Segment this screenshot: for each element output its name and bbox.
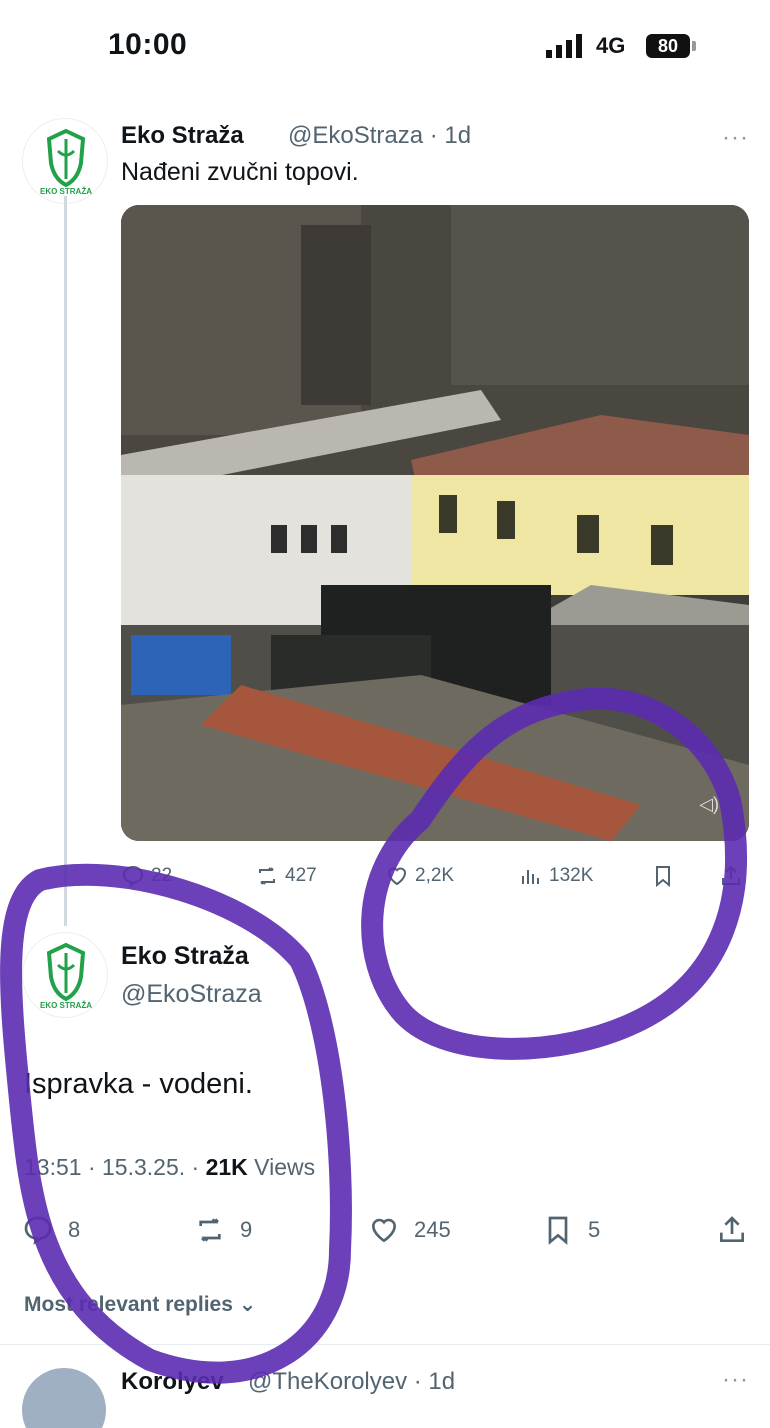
views-button[interactable]: 132K [519,858,593,894]
focused-tweet-text: Ispravka - vodeni. [24,1068,253,1100]
reply-icon [122,865,144,888]
avatar[interactable]: EKO STRAŽA [22,118,108,204]
like-button[interactable]: 245 [368,1210,451,1250]
tweet-meta: 13:51 · 15.3.25. · 21K Views [24,1154,315,1181]
thread-line [64,196,67,926]
reply-author-name[interactable]: Korolyev [121,1368,224,1396]
replies-sort-label: Most relevant replies [24,1293,233,1316]
reply-count: 22 [151,865,173,886]
views-total: 21K [205,1154,248,1180]
repost-icon [199,1218,221,1242]
mute-icon[interactable]: ◁) [699,794,719,815]
views-label: Views [247,1154,316,1180]
bookmark-count: 5 [588,1217,601,1242]
replies-sort-dropdown[interactable]: Most relevant replies ⌄ [24,1292,256,1317]
chevron-down-icon: ⌄ [238,1293,257,1316]
share-button[interactable] [719,858,743,894]
divider [0,1344,770,1345]
battery-icon: 80 [646,34,690,58]
network-type: 4G [596,33,626,58]
tweet-author-handle[interactable]: @EkoStraza · 1d [288,122,471,150]
share-icon [722,865,740,885]
more-options-icon[interactable]: ··· [722,124,749,152]
heart-icon [387,867,407,886]
views-count: 132K [549,865,594,886]
repost-count: 427 [285,865,317,886]
tweet-timestamp[interactable]: 13:51 · 15.3.25. · [24,1154,206,1180]
signal-icon [546,34,582,58]
bookmark-icon [656,866,670,888]
reply-author-handle[interactable]: @TheKorolyev · 1d [248,1368,455,1396]
status-bar: 10:00 4G 80 [0,0,770,96]
like-button[interactable]: 2,2K [385,858,454,894]
bookmark-button[interactable] [651,858,675,894]
tweet-actions: 22 427 2,2K 132K [121,858,751,894]
reply-button[interactable]: 22 [121,858,172,894]
like-count: 245 [414,1217,451,1242]
avatar-logo-text: EKO STRAŽA [40,1001,92,1010]
avatar[interactable] [22,1368,106,1428]
repost-icon [259,867,275,885]
reply-count: 8 [68,1217,81,1242]
bookmark-button[interactable]: 5 [542,1210,600,1250]
repost-count: 9 [240,1217,253,1242]
repost-button[interactable]: 9 [194,1210,252,1250]
share-icon [720,1216,744,1242]
avatar[interactable]: EKO STRAŽA [22,932,108,1018]
heart-icon [371,1218,397,1243]
tweet-text: Nađeni zvučni topovi. [121,158,359,186]
focused-author-handle[interactable]: @EkoStraza [121,980,262,1009]
analytics-icon [522,870,539,884]
video-frame [121,205,749,841]
tweet-author-name[interactable]: Eko Straža [121,122,244,150]
more-options-icon[interactable]: ··· [722,1366,749,1394]
repost-button[interactable]: 427 [255,858,317,894]
battery-tip [692,41,696,51]
reply-button[interactable]: 8 [22,1210,80,1250]
tweet-video[interactable]: ◁) [121,205,749,841]
like-count: 2,2K [415,865,455,886]
focused-tweet-actions: 8 9 245 5 [22,1210,752,1250]
reply-icon [24,1216,52,1245]
bookmark-icon [548,1216,568,1245]
share-button[interactable] [716,1210,748,1250]
status-time: 10:00 [108,28,188,61]
avatar-logo-text: EKO STRAŽA [40,187,92,196]
focused-author-name[interactable]: Eko Straža [121,942,249,971]
